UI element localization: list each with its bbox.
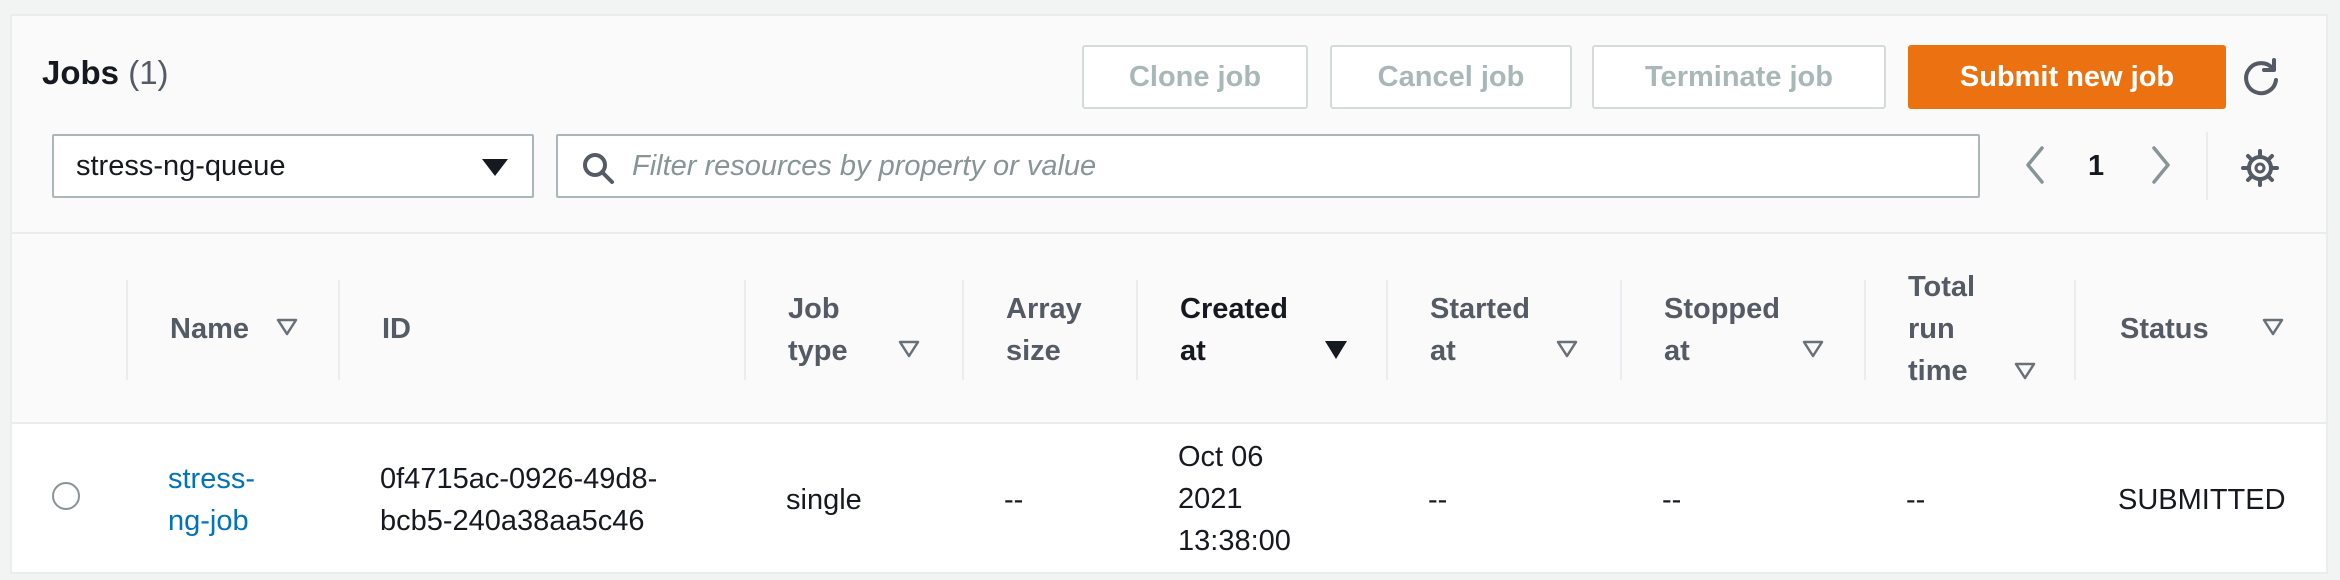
column-header-status[interactable]: Status xyxy=(2120,308,2209,350)
column-divider xyxy=(1620,280,1622,380)
current-page[interactable]: 1 xyxy=(2088,150,2104,183)
column-header-array-size[interactable]: Array xyxy=(1006,288,1082,330)
queue-select[interactable]: stress-ng-queue xyxy=(52,134,534,198)
stopped-at-cell: -- xyxy=(1662,484,1682,516)
table-header xyxy=(12,232,2326,424)
column-header-total-run-time[interactable]: Total xyxy=(1908,266,1975,308)
terminate-job-button[interactable]: Terminate job xyxy=(1592,45,1886,109)
column-header-job-type[interactable]: Job xyxy=(788,288,840,330)
job-count: (1) xyxy=(128,54,169,91)
column-header-array-size-line2: size xyxy=(1006,335,1061,367)
sort-icon[interactable] xyxy=(2014,362,2036,380)
status-cell: SUBMITTED xyxy=(2118,484,2286,516)
job-id-line2: bcb5-240a38aa5c46 xyxy=(380,505,645,537)
previous-page-icon[interactable] xyxy=(2022,144,2048,186)
search-icon xyxy=(583,153,614,184)
column-header-job-type-line2: type xyxy=(788,335,848,367)
column-header-created-at-line2: at xyxy=(1180,335,1206,367)
queue-select-value: stress-ng-queue xyxy=(76,149,286,182)
sort-descending-icon[interactable] xyxy=(1324,340,1348,360)
filter-placeholder: Filter resources by property or value xyxy=(632,149,1097,182)
sort-icon[interactable] xyxy=(2262,318,2284,336)
sort-icon[interactable] xyxy=(1802,340,1824,358)
column-header-stopped-at-line2: at xyxy=(1664,335,1690,367)
started-at-cell: -- xyxy=(1428,484,1448,516)
column-header-started-at-line2: at xyxy=(1430,335,1456,367)
job-type-cell: single xyxy=(786,484,862,516)
total-run-time-cell: -- xyxy=(1906,484,1926,516)
column-divider xyxy=(962,280,964,380)
column-header-created-at[interactable]: Created xyxy=(1180,288,1288,330)
created-at-cell-line2: 2021 xyxy=(1178,483,1243,515)
column-divider xyxy=(126,280,128,380)
title-text: Jobs xyxy=(42,54,120,91)
created-at-cell: Oct 06 xyxy=(1178,441,1264,473)
created-at-cell-line3: 13:38:00 xyxy=(1178,525,1291,557)
cancel-job-button[interactable]: Cancel job xyxy=(1330,45,1572,109)
column-header-name[interactable]: Name xyxy=(170,308,249,350)
job-name-link-line2[interactable]: ng-job xyxy=(168,500,249,542)
job-name-link[interactable]: stress- xyxy=(168,458,255,500)
column-header-total-run-time-line2: run xyxy=(1908,313,1955,345)
submit-new-job-button[interactable]: Submit new job xyxy=(1908,45,2226,109)
column-header-id[interactable]: ID xyxy=(382,308,411,350)
clone-job-button[interactable]: Clone job xyxy=(1082,45,1308,109)
job-id: 0f4715ac-0926-49d8- xyxy=(380,463,658,495)
sort-icon[interactable] xyxy=(898,340,920,358)
pager-divider xyxy=(2206,132,2208,200)
page-title: Jobs (1) xyxy=(42,56,169,89)
caret-down-icon xyxy=(482,159,508,176)
column-header-stopped-at[interactable]: Stopped xyxy=(1664,288,1780,330)
row-select-radio[interactable] xyxy=(52,482,80,510)
array-size-cell: -- xyxy=(1004,484,1024,516)
column-divider xyxy=(1386,280,1388,380)
settings-gear-icon[interactable] xyxy=(2240,148,2280,188)
column-divider xyxy=(2074,280,2076,380)
sort-icon[interactable] xyxy=(276,318,298,336)
column-header-total-run-time-line3: time xyxy=(1908,355,1968,387)
column-header-started-at[interactable]: Started xyxy=(1430,288,1530,330)
next-page-icon[interactable] xyxy=(2148,144,2174,186)
column-divider xyxy=(1136,280,1138,380)
sort-icon[interactable] xyxy=(1556,340,1578,358)
table-row xyxy=(12,424,2326,572)
column-divider xyxy=(1864,280,1866,380)
column-divider xyxy=(744,280,746,380)
filter-input[interactable]: Filter resources by property or value xyxy=(556,134,1980,198)
column-divider xyxy=(338,280,340,380)
refresh-icon[interactable] xyxy=(2240,56,2282,98)
